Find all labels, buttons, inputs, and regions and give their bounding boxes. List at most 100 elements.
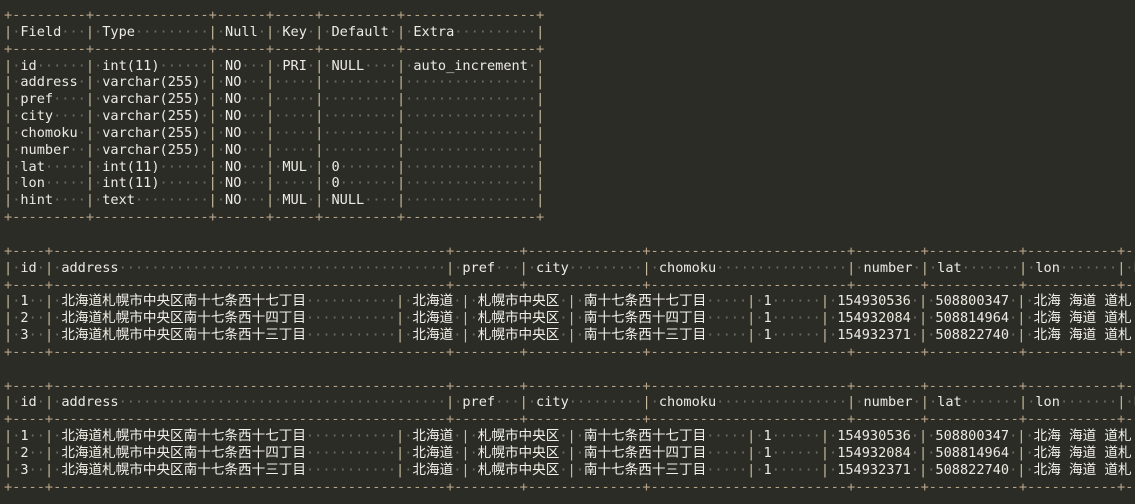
cell-value: 南十七条西十四丁目 [583,444,707,461]
space-dots: · [527,394,537,411]
cell-value: 508822740 [935,461,1010,478]
space-dots: · [755,293,764,310]
space-dots: ····· [706,293,748,310]
space-dots: · [77,74,86,91]
cell-value: 北海道札幌市中央区南十七条西十四丁目 [61,444,306,461]
cell-value: NO [225,74,242,91]
column-divider: | [208,158,217,175]
column-divider: | [445,394,455,411]
column-divider: | [396,461,405,478]
space-dots: · [559,444,568,461]
column-divider: | [85,23,95,40]
column-divider: | [4,108,13,125]
space-dots: · [912,259,921,276]
column-divider: | [445,259,455,276]
space-dots: ····· [706,428,748,445]
space-dots: ··············· [413,91,537,108]
space-dots: · [94,175,103,192]
space-dots: · [928,394,938,411]
space-dots: · [527,57,537,74]
terminal-screen[interactable]: +---------+--------------+------+-----+-… [4,7,1135,495]
table-rule: +----+----------------------------------… [4,242,1135,259]
cell-value: pref [462,259,496,276]
column-divider: | [536,158,545,175]
space-dots: ···· [53,192,86,209]
table-rule: +----+----------------------------------… [4,411,1135,428]
cell-value: NO [225,57,242,74]
space-dots: · [910,444,920,461]
space-dots: ··· [495,259,520,276]
column-divider: | [208,57,217,74]
cell-value: 0 [331,158,340,175]
column-divider: | [208,74,217,91]
column-divider: | [396,192,406,209]
column-divider: | [461,293,470,310]
space-dots: ········ [331,141,397,158]
space-dots: · [559,310,568,327]
cell-value: 北海道札幌市中央区南十七条西十七丁目 [61,428,306,445]
cell-value: 北海道札幌市中央区南十七条西十三丁目 [61,327,306,344]
cell-value: 札幌市中央区 [477,428,560,445]
space-dots: · [755,444,764,461]
column-divider: | [461,461,470,478]
space-dots: ······· [961,259,1019,276]
space-dots: ··········· [306,444,397,461]
space-dots: ···· [282,141,316,158]
space-dots: ······· [961,394,1019,411]
cell-value: address [61,394,119,411]
cell-value: pref [462,394,496,411]
column-divider: | [919,327,928,344]
space-dots: · [469,293,478,310]
cell-value: 南十七条西十七丁目 [583,428,707,445]
cell-value: 1 [20,428,29,445]
space-dots: ··· [241,124,266,141]
cell-value: 北海道 [412,327,454,344]
column-divider: | [567,310,576,327]
space-dots: ······ [771,310,821,327]
column-divider: | [4,158,13,175]
space-dots: · [469,327,478,344]
space-dots: ······ [771,293,821,310]
space-dots: · [200,74,209,91]
column-divider: | [4,394,13,411]
cell-value: 508800347 [935,293,1010,310]
cell-value: city [536,394,569,411]
space-dots: ······ [159,175,209,192]
cell-value: 北海 海道 道札 札幌 幌市 市中 [1033,310,1132,327]
space-dots: · [469,310,478,327]
column-divider: | [208,91,217,108]
cell-value: 北海道 [412,310,454,327]
cell-value: 1 [763,310,772,327]
cell-value: varchar(255) [102,91,201,108]
cell-value: 北海道 [412,461,454,478]
column-divider: | [85,74,95,91]
space-dots: ········ [331,91,397,108]
space-dots: ··· [241,74,266,91]
space-dots: · [755,327,764,344]
column-divider: | [4,259,13,276]
column-divider: | [265,158,275,175]
space-dots: ···· [53,91,86,108]
space-dots: ········ [331,74,397,91]
space-dots: · [216,74,226,91]
table-rule: +----+----------------------------------… [4,276,1135,293]
space-dots: ······ [159,158,209,175]
cell-value: 154932084 [837,310,911,327]
describe-data-row: |·lat·····|·int(11)······|·NO···|·MUL·|·… [4,159,1135,176]
space-dots: · [1125,259,1134,276]
column-divider: | [396,23,406,40]
column-divider: | [461,428,470,445]
column-divider: | [396,124,406,141]
space-dots: ··············· [413,124,537,141]
column-divider: | [44,293,54,310]
select2-data-row: |·3··|·北海道札幌市中央区南十七条西十三丁目···········|·北海… [4,462,1135,479]
space-dots: ···· [282,108,316,125]
column-divider: | [4,327,13,344]
space-dots: · [94,57,103,74]
space-dots: ······ [771,428,821,445]
column-divider: | [208,175,217,192]
cell-value: 0 [331,175,340,192]
cell-value: NULL [331,57,365,74]
cell-value: city [536,259,569,276]
space-dots: · [829,327,838,344]
